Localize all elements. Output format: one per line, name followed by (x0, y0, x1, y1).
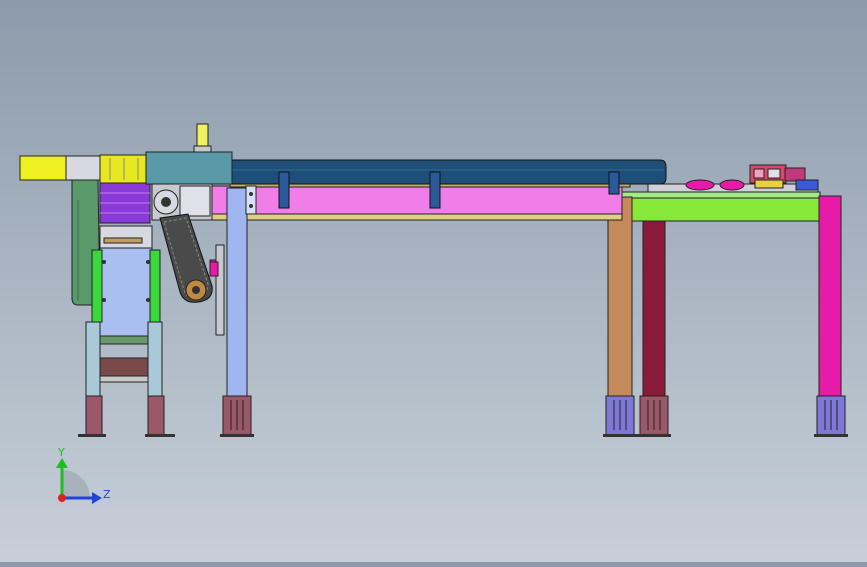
frame-plate-blue (99, 247, 153, 337)
table-leg-brown (607, 196, 633, 398)
belt-bracket-1 (278, 171, 290, 209)
table-top-edge (607, 191, 821, 199)
cad-viewport[interactable]: Y Z (0, 0, 867, 562)
chute-transition (65, 155, 101, 181)
conveyor-support-post (226, 187, 248, 397)
z-axis-label: Z (103, 488, 111, 501)
left-leg-inner (147, 321, 163, 399)
foot-pad-1 (603, 395, 637, 437)
table-top-plate (629, 195, 839, 222)
conveyor-pink-frame (209, 185, 623, 217)
motor-cap (196, 123, 209, 149)
belt-bracket-3 (608, 171, 620, 195)
left-leg-outer (85, 321, 101, 399)
foot-pad-5 (78, 395, 106, 437)
head-housing (145, 151, 233, 185)
crossbar-brown (99, 357, 149, 377)
table-fixture (647, 164, 819, 193)
side-green-right (149, 249, 161, 323)
guide-plate (215, 244, 225, 336)
head-unit[interactable] (19, 123, 233, 437)
foot-pad-6 (145, 395, 175, 437)
table-leg-maroon (642, 220, 666, 398)
right-work-table[interactable] (603, 164, 848, 437)
main-conveyor[interactable] (209, 159, 667, 437)
coordinate-triad: Y Z (56, 446, 111, 504)
triad-quadrant (62, 470, 90, 498)
foot-pad-4 (220, 395, 254, 437)
machine-drawing: Y Z (19, 123, 848, 504)
belt-bracket-2 (429, 171, 441, 209)
table-leg-magenta (818, 195, 842, 398)
side-green-left (91, 249, 103, 323)
foot-pad-2 (637, 395, 671, 437)
foot-pad-3 (814, 395, 848, 437)
yellow-chute (19, 155, 67, 181)
triad-origin (58, 494, 66, 502)
conveyor-lower-rail (209, 213, 623, 221)
conveyor-belt (231, 159, 667, 185)
y-axis-label: Y (57, 446, 65, 459)
